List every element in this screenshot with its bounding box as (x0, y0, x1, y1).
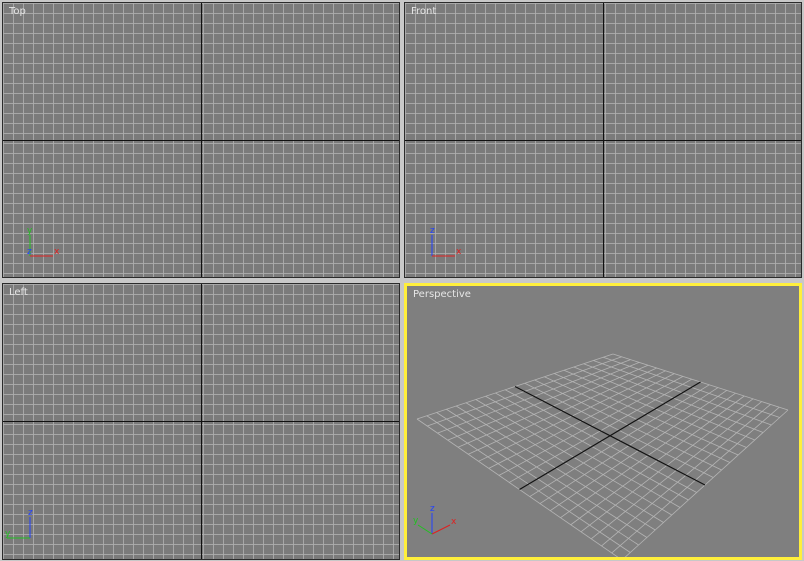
grid-axis-vertical (201, 3, 202, 277)
z-axis-label: z (28, 508, 33, 518)
z-axis-label: z (430, 504, 435, 514)
y-axis-line (417, 524, 433, 535)
viewport-front[interactable]: Front z x (404, 2, 802, 278)
x-axis-label: x (451, 517, 457, 527)
axis-tripod-svg: z y (5, 508, 33, 539)
viewport-workspace: Top y x z Front z x Left z y Perspective… (0, 0, 804, 561)
axis-tripod-svg: y x z (27, 226, 60, 257)
x-axis-label: x (54, 247, 60, 257)
axis-tripod-icon: z x (405, 207, 475, 277)
axis-tripod-svg: z x y (413, 504, 457, 535)
grid-axis-vertical (603, 3, 604, 277)
viewport-label-left[interactable]: Left (9, 287, 28, 298)
viewport-left[interactable]: Left z y (2, 283, 400, 560)
z-axis-label: z (27, 247, 32, 257)
axis-tripod-icon: z x y (407, 487, 477, 557)
viewport-label-front[interactable]: Front (411, 6, 436, 17)
x-axis-label: x (456, 247, 462, 257)
perspective-grid-line (624, 409, 789, 557)
viewport-label-perspective[interactable]: Perspective (413, 289, 471, 300)
y-axis-label: y (5, 529, 11, 539)
viewport-label-top[interactable]: Top (9, 6, 26, 17)
y-axis-label: y (27, 226, 33, 236)
y-axis-label: y (413, 516, 419, 526)
axis-tripod-svg: z x (430, 226, 462, 257)
axis-tripod-icon: y x z (3, 207, 73, 277)
x-axis-line (431, 524, 451, 535)
axis-tripod-icon: z y (3, 489, 73, 559)
viewport-top[interactable]: Top y x z (2, 2, 400, 278)
z-axis-label: z (430, 226, 435, 236)
viewport-perspective[interactable]: Perspective z x y (404, 283, 802, 560)
grid-axis-vertical (201, 284, 202, 559)
